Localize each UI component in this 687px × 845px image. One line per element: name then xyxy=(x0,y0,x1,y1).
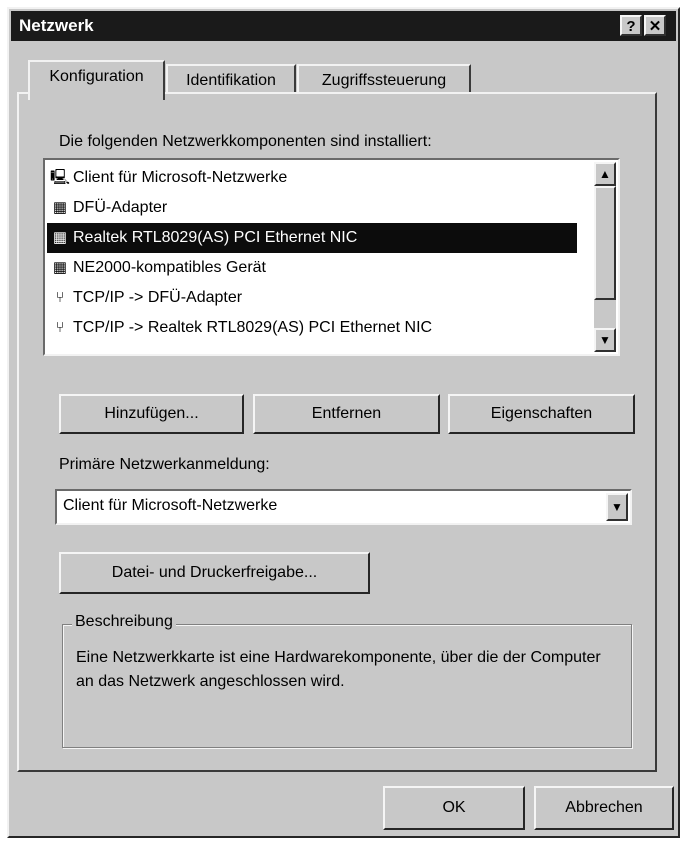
close-button[interactable]: ✕ xyxy=(644,15,666,36)
close-icon: ✕ xyxy=(648,18,662,35)
list-item[interactable]: ⑂ TCP/IP -> DFÜ-Adapter xyxy=(47,283,577,313)
network-card-icon: ▦ xyxy=(52,259,68,276)
tab-label: Zugriffssteuerung xyxy=(321,72,447,89)
chevron-down-icon: ▼ xyxy=(611,500,623,514)
add-button[interactable]: Hinzufügen... xyxy=(59,394,244,434)
list-item[interactable]: ▦ DFÜ-Adapter xyxy=(47,193,577,223)
protocol-icon: ⑂ xyxy=(55,289,65,306)
list-item[interactable]: 🖳 Client für Microsoft-Netzwerke xyxy=(47,163,577,193)
scroll-down-button[interactable]: ▼ xyxy=(594,328,616,352)
scroll-up-button[interactable]: ▲ xyxy=(594,162,616,186)
primary-logon-label: Primäre Netzwerkanmeldung: xyxy=(59,456,270,473)
components-list[interactable]: 🖳 Client für Microsoft-Netzwerke ▦ DFÜ-Ada… xyxy=(43,158,620,356)
list-item-label: TCP/IP -> DFÜ-Adapter xyxy=(73,289,243,306)
list-item[interactable]: ⑂ TCP/IP -> Realtek RTL8029(AS) PCI Ether… xyxy=(47,313,577,343)
window-title: Netzwerk xyxy=(19,16,94,35)
help-icon: ? xyxy=(626,18,636,35)
components-heading: Die folgenden Netzwerkkomponenten sind i… xyxy=(59,133,432,150)
properties-button[interactable]: Eigenschaften xyxy=(448,394,635,434)
dropdown-button[interactable]: ▼ xyxy=(606,493,628,521)
primary-logon-select[interactable]: Client für Microsoft-Netzwerke ▼ xyxy=(55,489,632,525)
list-item-label: NE2000-kompatibles Gerät xyxy=(73,259,266,276)
list-item-label: Client für Microsoft-Netzwerke xyxy=(73,169,288,186)
list-item-label: Realtek RTL8029(AS) PCI Ethernet NIC xyxy=(73,229,358,246)
protocol-icon: ⑂ xyxy=(55,319,65,336)
remove-button-label: Entfernen xyxy=(311,405,382,422)
title-bar[interactable]: Netzwerk ? ✕ xyxy=(11,11,676,41)
scroll-thumb[interactable] xyxy=(594,186,616,300)
tab-label: Identifikation xyxy=(186,72,276,89)
description-legend: Beschreibung xyxy=(72,613,176,631)
arrow-up-icon: ▲ xyxy=(599,167,611,181)
arrow-down-icon: ▼ xyxy=(599,333,611,347)
list-item-label: DFÜ-Adapter xyxy=(73,199,168,216)
network-card-icon: ▦ xyxy=(52,229,68,246)
list-scrollbar[interactable]: ▲ ▼ xyxy=(594,162,616,352)
properties-button-label: Eigenschaften xyxy=(490,405,593,422)
tab-label: Konfiguration xyxy=(49,68,144,85)
remove-button[interactable]: Entfernen xyxy=(253,394,440,434)
list-item-selected[interactable]: ▦ Realtek RTL8029(AS) PCI Ethernet NIC xyxy=(47,223,577,253)
network-card-icon: ▦ xyxy=(52,199,68,216)
list-item[interactable]: ▦ NE2000-kompatibles Gerät xyxy=(47,253,577,283)
cancel-button[interactable]: Abbrechen xyxy=(534,786,674,830)
tab-konfiguration[interactable]: Konfiguration xyxy=(28,60,165,100)
add-button-label: Hinzufügen... xyxy=(104,405,199,422)
ok-button[interactable]: OK xyxy=(383,786,525,830)
computer-icon: 🖳 xyxy=(49,169,70,186)
ok-button-label: OK xyxy=(442,799,466,816)
cancel-button-label: Abbrechen xyxy=(565,799,643,816)
file-printer-sharing-button[interactable]: Datei- und Druckerfreigabe... xyxy=(59,552,370,594)
description-text: Eine Netzwerkkarte ist eine Hardwarekomp… xyxy=(76,649,601,690)
sharing-button-label: Datei- und Druckerfreigabe... xyxy=(111,564,318,581)
list-item-label: TCP/IP -> Realtek RTL8029(AS) PCI Ethern… xyxy=(73,319,433,336)
help-button[interactable]: ? xyxy=(620,15,642,36)
primary-logon-value: Client für Microsoft-Netzwerke xyxy=(63,497,278,514)
